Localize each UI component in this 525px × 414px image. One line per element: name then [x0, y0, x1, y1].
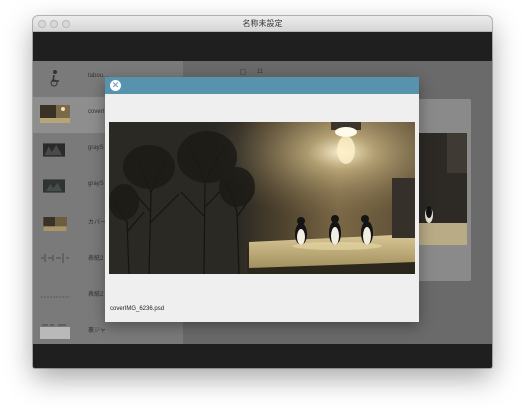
image-preview-modal: ✕ coverIMG_6236.psd: [105, 77, 419, 322]
title-bar: 名称未設定: [33, 16, 492, 32]
gray-thumbnail: [43, 143, 65, 157]
close-icon[interactable]: ✕: [110, 80, 121, 91]
preview-image: [417, 133, 467, 245]
select-checkbox[interactable]: [240, 69, 246, 75]
sidebar-item-label: 表紙2: [88, 256, 104, 262]
sidebar-item-label: grayS: [88, 145, 104, 151]
sidebar-item-label: grayS: [88, 181, 104, 187]
modal-header: ✕: [105, 77, 419, 94]
gray-thumbnail: [43, 179, 65, 193]
bottom-bar: [33, 344, 492, 368]
wheelchair-thumbnail: [50, 70, 59, 87]
image-filename: coverIMG_6236.psd: [110, 306, 165, 312]
text-thumbnail: [41, 296, 69, 298]
text-thumbnail: [41, 253, 69, 263]
sidebar-item-label: 表紙2: [88, 292, 104, 298]
cover-image: [109, 122, 415, 274]
cover-thumbnail: [40, 105, 70, 123]
sidebar-item-label: カバー: [88, 220, 107, 226]
toolbar: [33, 32, 492, 61]
sidebar-item-label: 裏ジャ: [88, 328, 106, 334]
preview-card[interactable]: [417, 99, 471, 281]
sidebar-item-label: coverI: [88, 109, 105, 115]
item-count: 11: [257, 69, 264, 75]
jacket-thumbnail: [40, 324, 70, 339]
cover-thumbnail: [43, 217, 67, 231]
window-title: 名称未設定: [242, 19, 283, 28]
